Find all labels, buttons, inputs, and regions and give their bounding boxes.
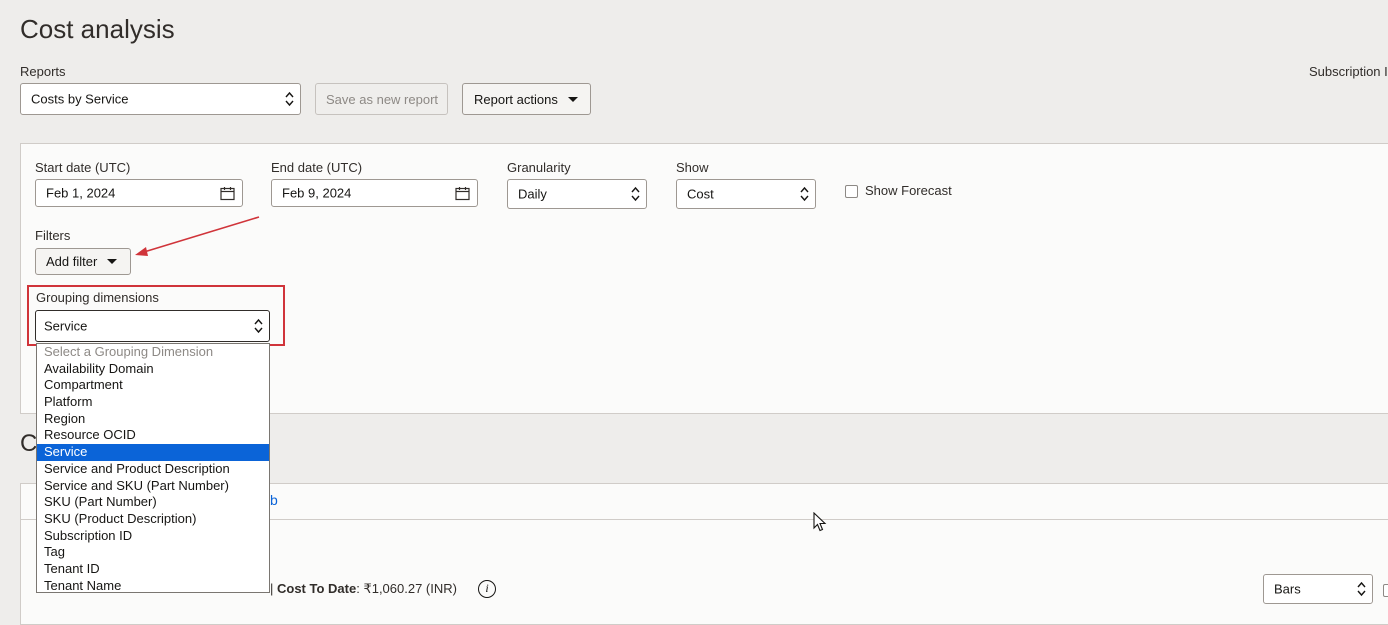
- option-tenant-name[interactable]: Tenant Name: [37, 578, 269, 595]
- cost-to-date-value: : ₹1,060.27 (INR): [356, 581, 457, 596]
- calendar-icon[interactable]: [455, 186, 470, 201]
- chart-checkbox[interactable]: [1383, 584, 1388, 597]
- grouping-dimension-select[interactable]: Service: [35, 310, 270, 342]
- reports-select[interactable]: Costs by Service: [20, 83, 301, 115]
- updown-icon: [1357, 581, 1366, 597]
- show-label: Show: [676, 160, 709, 175]
- option-availability-domain[interactable]: Availability Domain: [37, 361, 269, 378]
- tab-link[interactable]: b: [270, 492, 278, 508]
- annotation-arrow: [135, 216, 260, 256]
- updown-icon: [285, 91, 294, 107]
- updown-icon: [800, 186, 809, 202]
- show-value: Cost: [687, 186, 714, 202]
- option-sku-product-description[interactable]: SKU (Product Description): [37, 511, 269, 528]
- option-compartment[interactable]: Compartment: [37, 377, 269, 394]
- start-date-label: Start date (UTC): [35, 160, 131, 175]
- mouse-cursor-icon: [813, 512, 827, 532]
- reports-label: Reports: [20, 64, 66, 79]
- show-forecast-label: Show Forecast: [865, 183, 952, 198]
- updown-icon: [254, 318, 263, 334]
- end-date-label: End date (UTC): [271, 160, 363, 175]
- option-placeholder: Select a Grouping Dimension: [44, 344, 214, 359]
- option-subscription-id[interactable]: Subscription ID: [37, 528, 269, 545]
- granularity-value: Daily: [518, 186, 547, 202]
- option-service-and-product-description[interactable]: Service and Product Description: [37, 461, 269, 478]
- subscription-label: Subscription I: [1309, 64, 1388, 79]
- show-forecast-checkbox[interactable]: [845, 185, 858, 198]
- grouping-dimension-value: Service: [44, 318, 88, 334]
- granularity-select[interactable]: Daily: [507, 179, 647, 209]
- report-actions-button[interactable]: Report actions: [462, 83, 591, 115]
- updown-icon: [631, 186, 640, 202]
- option-tenant-id[interactable]: Tenant ID: [37, 561, 269, 578]
- info-icon[interactable]: i: [478, 580, 496, 598]
- start-date-value: Feb 1, 2024: [46, 185, 116, 201]
- chart-type-select[interactable]: Bars: [1263, 574, 1373, 604]
- show-select[interactable]: Cost: [676, 179, 816, 209]
- add-filter-label: Add filter: [46, 254, 98, 269]
- grouping-dimensions-label: Grouping dimensions: [36, 290, 159, 305]
- page-title: Cost analysis: [20, 14, 175, 44]
- cost-to-date-label: Cost To Date: [277, 581, 357, 596]
- caret-down-icon: [107, 259, 118, 264]
- end-date-value: Feb 9, 2024: [282, 185, 352, 201]
- grouping-dimension-dropdown[interactable]: Select a Grouping Dimension Availability…: [36, 343, 270, 593]
- end-date-input[interactable]: Feb 9, 2024: [271, 179, 478, 207]
- option-sku-part-number[interactable]: SKU (Part Number): [37, 494, 269, 511]
- start-date-input[interactable]: Feb 1, 2024: [35, 179, 243, 207]
- granularity-label: Granularity: [507, 160, 571, 175]
- results-section-title: C: [20, 430, 38, 457]
- calendar-icon[interactable]: [220, 186, 235, 201]
- save-as-new-report-button[interactable]: Save as new report: [315, 83, 448, 115]
- reports-select-value: Costs by Service: [31, 91, 129, 107]
- caret-down-icon: [567, 96, 578, 102]
- cost-to-date: | Cost To Date: ₹1,060.27 (INR): [270, 581, 457, 596]
- report-actions-label: Report actions: [474, 91, 558, 107]
- option-service-and-sku[interactable]: Service and SKU (Part Number): [37, 478, 269, 495]
- option-tag[interactable]: Tag: [37, 544, 269, 561]
- option-region[interactable]: Region: [37, 411, 269, 428]
- save-as-new-report-label: Save as new report: [326, 91, 439, 107]
- option-resource-ocid[interactable]: Resource OCID: [37, 427, 269, 444]
- option-platform[interactable]: Platform: [37, 394, 269, 411]
- option-service[interactable]: Service: [37, 444, 269, 461]
- filters-label: Filters: [35, 228, 71, 243]
- chart-type-value: Bars: [1274, 581, 1301, 597]
- add-filter-button[interactable]: Add filter: [35, 248, 131, 275]
